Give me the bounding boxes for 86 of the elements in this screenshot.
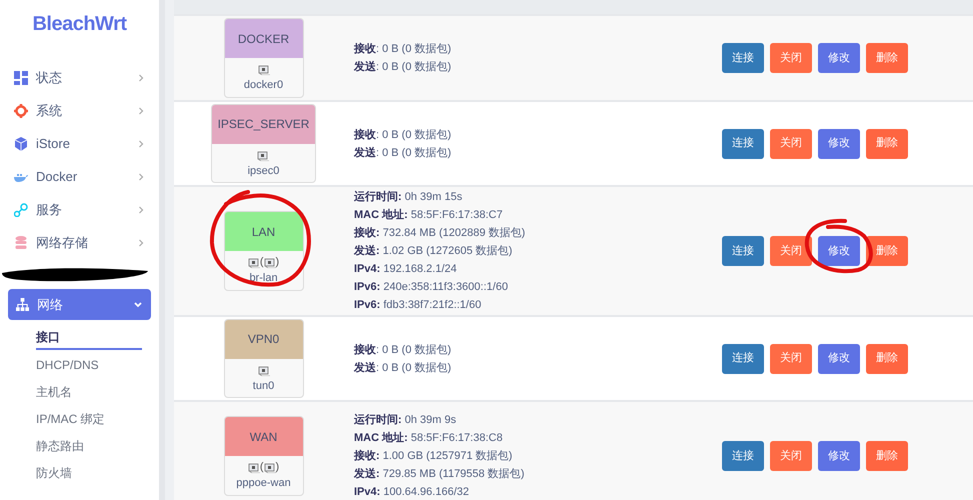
- logo: BleachWrt: [32, 12, 127, 37]
- network-port-icon: [257, 148, 270, 161]
- status-line: IPv6: fdb3:38f7:21f2::1/60: [354, 298, 482, 313]
- chevron-icon: [137, 74, 145, 82]
- status-line: 发送: 0 B (0 数据包): [354, 146, 452, 160]
- network-port-icon: [248, 461, 260, 474]
- stop-button[interactable]: 关闭: [770, 43, 812, 73]
- status-line: 发送: 1.02 GB (1272605 数据包): [354, 244, 514, 259]
- device-name: tun0: [252, 378, 274, 394]
- submenu-item[interactable]: DHCP/DNS: [36, 354, 99, 376]
- chevron-icon: [137, 140, 145, 148]
- chevron-icon: [137, 206, 145, 214]
- nav-item[interactable]: 状态: [0, 61, 159, 94]
- interface-badge: VPN0: [224, 320, 302, 359]
- edit-button[interactable]: 修改: [818, 236, 860, 266]
- status-line: IPv4: 192.168.2.1/24: [354, 262, 458, 277]
- paren-text: ): [276, 255, 280, 270]
- status-line: 接收: 0 B (0 数据包): [354, 342, 452, 358]
- nav-item[interactable]: 网络存储: [0, 226, 159, 259]
- network-port-icon: [264, 461, 276, 474]
- nav-item[interactable]: iStore: [0, 127, 159, 160]
- chevron-icon: [137, 172, 145, 180]
- nav-item[interactable]: 服务: [0, 193, 159, 226]
- status-line: 运行时间: 0h 39m 15s: [354, 190, 464, 205]
- interface-badge: IPSEC_SERVER: [212, 104, 316, 144]
- network-port-icon: [258, 63, 270, 76]
- status-line: 发送: 0 B (0 数据包): [354, 60, 452, 75]
- status-line: 运行时间: 0h 39m 9s: [354, 412, 458, 428]
- stop-button[interactable]: 关闭: [770, 128, 812, 158]
- network-port-icon: [248, 256, 260, 268]
- submenu-item[interactable]: 主机名: [36, 380, 72, 402]
- device-name: br-lan: [249, 271, 278, 286]
- paren-text: (: [260, 460, 264, 475]
- status-line: 发送: 0 B (0 数据包): [354, 360, 452, 376]
- status-line: IPv6: 240e:358:11f3:3600::1/60: [354, 280, 509, 295]
- interface-badge: LAN: [224, 212, 302, 252]
- stop-button[interactable]: 关闭: [770, 236, 812, 266]
- status-line: MAC 地址: 58:5F:F6:17:38:C7: [354, 208, 504, 223]
- connect-button[interactable]: 连接: [722, 441, 764, 471]
- status-line: 接收: 732.84 MB (1202889 数据包): [354, 226, 526, 241]
- database-icon: [14, 236, 28, 250]
- nodes-icon: [14, 202, 28, 216]
- connect-button[interactable]: 连接: [722, 236, 764, 266]
- interface-badge: DOCKER: [224, 19, 302, 58]
- network-port-icon: [258, 364, 270, 376]
- interface-badge: WAN: [224, 417, 302, 456]
- delete-button[interactable]: 删除: [866, 236, 908, 266]
- status-line: 接收: 1.00 GB (1257971 数据包): [354, 448, 514, 464]
- paren-text: (: [260, 255, 264, 270]
- chevron-icon: [137, 106, 145, 114]
- status-line: 接收: 0 B (0 数据包): [354, 128, 452, 142]
- nav-item[interactable]: 网络: [8, 289, 151, 320]
- chevron-icon: [133, 300, 143, 310]
- device-name: pppoe-wan: [236, 476, 291, 492]
- nav-item[interactable]: 系统: [0, 94, 159, 127]
- network-port-icon: [264, 256, 276, 268]
- delete-button[interactable]: 删除: [866, 344, 908, 374]
- sitemap-icon: [16, 298, 29, 311]
- status-line: IPv4: 100.64.96.166/32: [354, 485, 470, 500]
- connect-button[interactable]: 连接: [722, 43, 764, 73]
- connect-button[interactable]: 连接: [722, 128, 764, 158]
- submenu-item[interactable]: 接口: [36, 326, 142, 350]
- status-line: MAC 地址: 58:5F:F6:17:38:C8: [354, 430, 504, 446]
- chevron-icon: [137, 238, 145, 246]
- edit-button[interactable]: 修改: [818, 128, 860, 158]
- paren-text: ): [276, 460, 280, 475]
- stop-button[interactable]: 关闭: [770, 344, 812, 374]
- cube-icon: [14, 136, 28, 150]
- status-line: 发送: 729.85 MB (1179558 数据包): [354, 466, 526, 482]
- stop-button[interactable]: 关闭: [770, 441, 812, 471]
- edit-button[interactable]: 修改: [818, 441, 860, 471]
- device-name: ipsec0: [248, 164, 280, 179]
- dashboard-icon: [14, 70, 28, 84]
- submenu-item[interactable]: IP/MAC 绑定: [36, 408, 105, 430]
- nav-item[interactable]: Docker: [0, 160, 159, 193]
- submenu-item[interactable]: 静态路由: [36, 434, 84, 456]
- delete-button[interactable]: 删除: [866, 441, 908, 471]
- status-line: 接收: 0 B (0 数据包): [354, 42, 452, 57]
- device-name: docker0: [244, 78, 284, 94]
- gear-icon: [14, 104, 28, 118]
- submenu-item[interactable]: 防火墙: [36, 462, 72, 484]
- edit-button[interactable]: 修改: [818, 344, 860, 374]
- connect-button[interactable]: 连接: [722, 344, 764, 374]
- delete-button[interactable]: 删除: [866, 43, 908, 73]
- delete-button[interactable]: 删除: [866, 128, 908, 158]
- edit-button[interactable]: 修改: [818, 43, 860, 73]
